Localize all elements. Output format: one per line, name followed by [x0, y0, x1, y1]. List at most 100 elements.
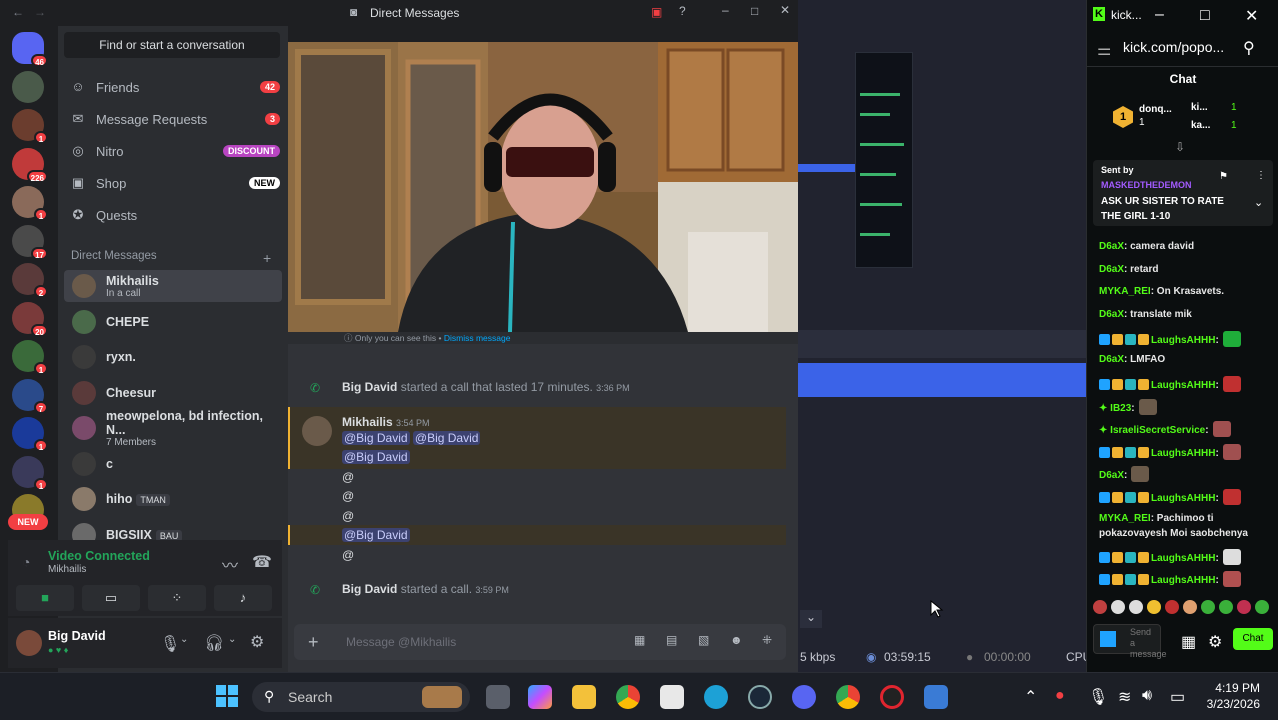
windows-start-icon[interactable]	[216, 685, 238, 707]
avatar[interactable]	[16, 630, 42, 656]
chevron-down-icon[interactable]: ⌄	[180, 634, 188, 645]
chrome-icon[interactable]	[836, 685, 860, 709]
chat-username[interactable]: IB23	[1110, 403, 1131, 414]
sticker-icon[interactable]: ▧	[698, 633, 709, 647]
dm-item[interactable]: CHEPE	[64, 306, 282, 338]
headphones-icon[interactable]: 🎧︎	[204, 633, 224, 653]
top-gifter-name[interactable]: donq...	[1139, 104, 1172, 115]
clock-time[interactable]: 4:19 PM	[1206, 681, 1260, 695]
tray-app-icon[interactable]: ●	[1055, 687, 1065, 705]
inbox-icon[interactable]: ▣	[651, 5, 662, 19]
chat-message[interactable]: LaughsAHHH:	[1099, 571, 1241, 587]
opera-icon[interactable]	[880, 685, 904, 709]
chat-message[interactable]: D6aX:	[1099, 466, 1150, 482]
nav-item-message-requests[interactable]: ✉ Message Requests 3	[70, 108, 280, 130]
video-stream[interactable]	[288, 42, 798, 332]
screen-share-button[interactable]: ▭	[82, 585, 140, 611]
emote-icon[interactable]	[1129, 600, 1143, 614]
taskbar-search[interactable]: ⚲ Search	[252, 682, 470, 712]
top-gifter-name[interactable]: ka...	[1191, 120, 1210, 131]
pinned-message[interactable]: Sent by ⚑ ⋮ MASKEDTHEDEMON ASK UR SISTER…	[1093, 160, 1273, 226]
search-icon[interactable]: ⚲	[1243, 38, 1255, 58]
dm-item[interactable]: ryxn.	[64, 341, 282, 373]
more-options-icon[interactable]: ⋮	[1256, 170, 1266, 181]
message-input[interactable]: Message @Mikhailis	[346, 635, 456, 649]
store-icon[interactable]	[660, 685, 684, 709]
video-button[interactable]: ■	[16, 585, 74, 611]
chat-message[interactable]: MYKA_REI: On Krasavets.	[1099, 286, 1224, 297]
nav-item-nitro[interactable]: ◎ Nitro DISCOUNT	[70, 140, 280, 162]
edge-icon[interactable]	[704, 685, 728, 709]
chat-message[interactable]: LaughsAHHH:	[1099, 444, 1241, 460]
pinned-user[interactable]: MASKEDTHEDEMON	[1101, 180, 1192, 190]
server-icon[interactable]: 1	[12, 186, 48, 221]
back-arrow-icon[interactable]: ←	[12, 5, 24, 19]
add-attachment-icon[interactable]: +	[308, 632, 319, 653]
message-composer[interactable]: + Message @Mikhailis ▦ ▤ ▧ ☻ ⁜	[294, 624, 786, 660]
chat-message[interactable]: ✦ IsraeliSecretService:	[1099, 421, 1231, 437]
server-icon[interactable]	[12, 70, 44, 103]
find-conversation-button[interactable]: Find or start a conversation	[64, 32, 280, 58]
close-icon[interactable]: ✕	[780, 3, 790, 17]
add-dm-icon[interactable]: +	[263, 250, 271, 266]
microphone-icon[interactable]: 🎙︎	[160, 634, 180, 654]
chat-username[interactable]: D6aX	[1099, 470, 1124, 481]
server-icon[interactable]: 20	[12, 301, 48, 337]
wifi-icon[interactable]: ≋	[1118, 687, 1131, 707]
help-icon[interactable]: ?	[679, 4, 686, 18]
copilot-icon[interactable]	[528, 685, 552, 709]
dm-item[interactable]: Mikhailis In a call	[64, 270, 282, 302]
server-icon[interactable]: 2	[12, 263, 48, 298]
chat-username[interactable]: LaughsAHHH	[1151, 448, 1215, 459]
emote-icon[interactable]	[1147, 600, 1161, 614]
emote-icon[interactable]	[1093, 600, 1107, 614]
chevron-down-icon[interactable]: ⌄	[228, 634, 236, 645]
forward-arrow-icon[interactable]: →	[34, 5, 46, 19]
mention-chip[interactable]: @Big David	[342, 431, 410, 445]
obs-selected-source[interactable]	[798, 363, 1086, 397]
emote-icon[interactable]	[1165, 600, 1179, 614]
mention-chip[interactable]: @Big David	[412, 431, 481, 445]
minimize-icon[interactable]: –	[722, 3, 729, 17]
emote-icon[interactable]	[1183, 600, 1197, 614]
emote-icon[interactable]	[1237, 600, 1251, 614]
nav-item-friends[interactable]: ☺ Friends 42	[70, 76, 280, 98]
task-view-icon[interactable]	[486, 685, 510, 709]
microphone-icon[interactable]: 🎙︎	[1088, 687, 1108, 707]
chat-username[interactable]: D6aX	[1099, 241, 1124, 252]
steam-icon[interactable]	[748, 685, 772, 709]
close-icon[interactable]: ✕	[1245, 6, 1258, 26]
emote-icon[interactable]	[1111, 600, 1125, 614]
mention-chip[interactable]: @Big David	[342, 450, 410, 464]
dismiss-link[interactable]: Dismiss message	[444, 333, 511, 343]
chat-username[interactable]: MYKA_REI	[1099, 513, 1151, 524]
chat-username[interactable]: LaughsAHHH	[1151, 380, 1215, 391]
chat-username[interactable]: LaughsAHHH	[1151, 575, 1215, 586]
gif-icon[interactable]: ▤	[666, 633, 677, 647]
emote-icon[interactable]	[1219, 600, 1233, 614]
volume-icon[interactable]: 🔊︎	[1142, 687, 1152, 705]
disconnect-icon[interactable]: ☎	[252, 552, 272, 572]
emote-picker-icon[interactable]	[1100, 631, 1116, 647]
avatar[interactable]	[302, 416, 332, 446]
clock-date[interactable]: 3/23/2026	[1196, 697, 1260, 711]
mention-chip[interactable]: @Big David	[342, 528, 410, 542]
chevron-down-icon[interactable]: ⌄	[1254, 196, 1263, 209]
chrome-icon[interactable]	[616, 685, 640, 709]
nav-item-shop[interactable]: ▣ Shop NEW	[70, 172, 280, 194]
chat-message[interactable]: D6aX: retard	[1099, 264, 1158, 275]
gift-icon[interactable]: ▦	[1181, 632, 1196, 652]
chat-username[interactable]: LaughsAHHH	[1151, 493, 1215, 504]
chat-username[interactable]: MYKA_REI	[1099, 286, 1151, 297]
emote-icon[interactable]	[1201, 600, 1215, 614]
discord-icon[interactable]	[792, 685, 816, 709]
chat-username[interactable]: D6aX	[1099, 264, 1124, 275]
chat-message[interactable]: MYKA_REI: Pachimoo ti pokazovayesh Moi s…	[1099, 511, 1267, 541]
chat-username[interactable]: IsraeliSecretService	[1110, 425, 1205, 436]
chat-username[interactable]: D6aX	[1099, 354, 1124, 365]
gear-icon[interactable]: ⚙	[1208, 632, 1222, 652]
chevron-up-icon[interactable]: ⌃	[1024, 687, 1037, 707]
chat-message[interactable]: D6aX: LMFAO	[1099, 354, 1165, 365]
noise-suppression-icon[interactable]: 〰	[222, 552, 238, 576]
chat-message[interactable]: D6aX: camera david	[1099, 241, 1194, 252]
